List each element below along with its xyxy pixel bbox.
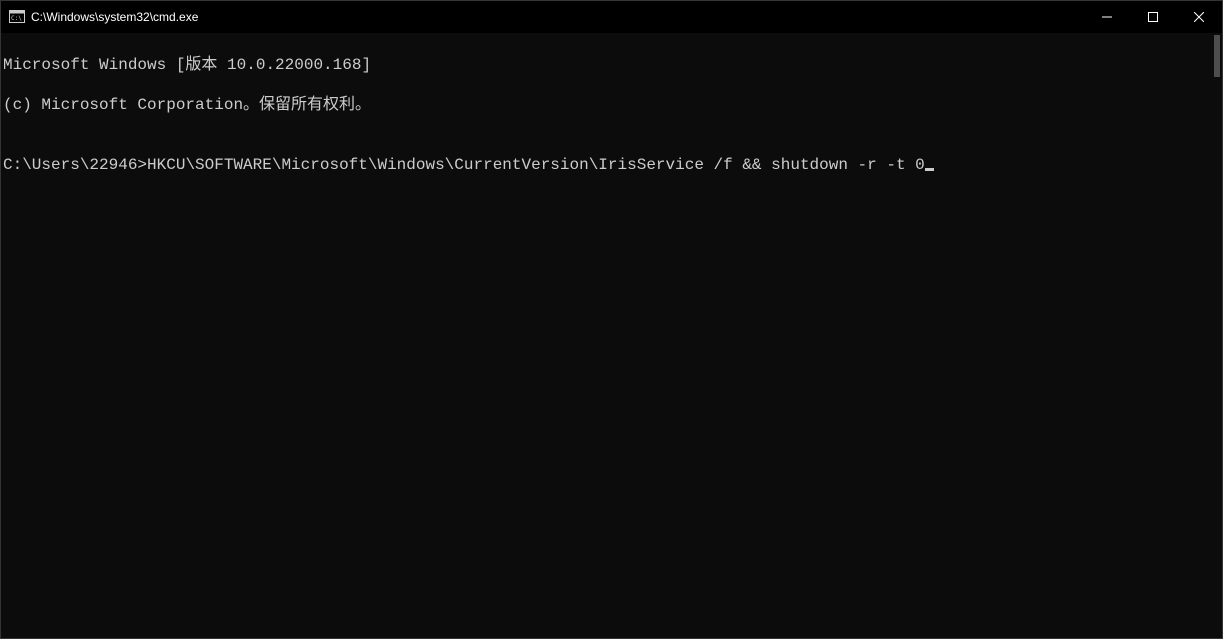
terminal-command[interactable]: HKCU\SOFTWARE\Microsoft\Windows\CurrentV… bbox=[147, 156, 925, 174]
window-title: C:\Windows\system32\cmd.exe bbox=[31, 10, 198, 24]
scrollbar-thumb[interactable] bbox=[1214, 35, 1220, 77]
maximize-icon bbox=[1148, 12, 1158, 22]
window-controls bbox=[1084, 1, 1222, 33]
titlebar[interactable]: C:\ C:\Windows\system32\cmd.exe bbox=[1, 1, 1222, 33]
terminal-cursor bbox=[925, 168, 934, 171]
scrollbar-track[interactable] bbox=[1212, 35, 1220, 636]
maximize-button[interactable] bbox=[1130, 1, 1176, 33]
terminal-body[interactable]: Microsoft Windows [版本 10.0.22000.168] (c… bbox=[1, 33, 1222, 638]
terminal-prompt: C:\Users\22946> bbox=[3, 156, 147, 174]
minimize-icon bbox=[1102, 12, 1112, 22]
close-icon bbox=[1194, 12, 1204, 22]
terminal-output-line: (c) Microsoft Corporation。保留所有权利。 bbox=[3, 95, 1222, 115]
terminal-output-line: Microsoft Windows [版本 10.0.22000.168] bbox=[3, 55, 1222, 75]
minimize-button[interactable] bbox=[1084, 1, 1130, 33]
terminal-prompt-line: C:\Users\22946>HKCU\SOFTWARE\Microsoft\W… bbox=[3, 155, 1222, 175]
cmd-window: C:\ C:\Windows\system32\cmd.exe bbox=[0, 0, 1223, 639]
close-button[interactable] bbox=[1176, 1, 1222, 33]
svg-text:C:\: C:\ bbox=[11, 15, 22, 22]
cmd-icon: C:\ bbox=[9, 9, 25, 25]
